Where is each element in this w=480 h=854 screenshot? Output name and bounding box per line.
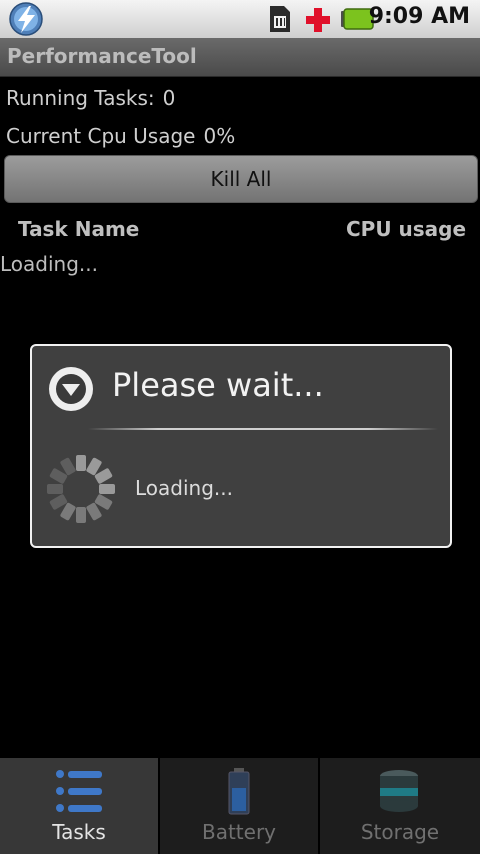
spinner-spoke [47, 484, 63, 494]
tab-tasks-label: Tasks [52, 820, 106, 844]
task-list-loading: Loading... [0, 252, 98, 276]
tab-bar: Tasks Battery Storage [0, 758, 480, 854]
tab-storage-label: Storage [360, 820, 440, 844]
kill-all-button[interactable]: Kill All [4, 155, 478, 203]
dialog-divider [88, 428, 438, 430]
cpu-usage-value: 0% [203, 124, 236, 148]
plus-icon [306, 8, 330, 32]
dialog-message: Loading... [135, 476, 233, 500]
progress-dialog: Please wait... Loading... [30, 344, 452, 548]
running-tasks-row: Running Tasks: 0 [6, 86, 175, 110]
spinner-spoke [76, 455, 86, 471]
app-title: PerformanceTool [7, 44, 197, 68]
storage-icon [380, 770, 418, 812]
dropdown-circle-icon [49, 367, 93, 411]
column-header-task-name: Task Name [18, 217, 140, 241]
status-time: 9:09 AM [368, 4, 470, 29]
spinner-spoke [99, 484, 115, 494]
dialog-title: Please wait... [112, 366, 324, 404]
sim-card-icon [270, 6, 290, 32]
list-icon [56, 770, 102, 812]
tab-battery[interactable]: Battery [160, 758, 320, 854]
battery-icon [228, 768, 250, 815]
tab-storage[interactable]: Storage [320, 758, 480, 854]
status-bar: 9:09 AM [0, 0, 480, 38]
app-lightning-icon [9, 2, 43, 36]
running-tasks-value: 0 [162, 86, 176, 110]
cpu-usage-label: Current Cpu Usage [6, 124, 196, 148]
running-tasks-label: Running Tasks: [6, 86, 155, 110]
tab-battery-label: Battery [201, 820, 277, 844]
spinner-icon [47, 455, 115, 523]
title-bar: PerformanceTool [0, 38, 480, 77]
column-header-cpu-usage: CPU usage [346, 217, 467, 241]
spinner-spoke [76, 507, 86, 523]
cpu-usage-row: Current Cpu Usage 0% [6, 124, 235, 148]
tab-tasks[interactable]: Tasks [0, 758, 160, 854]
